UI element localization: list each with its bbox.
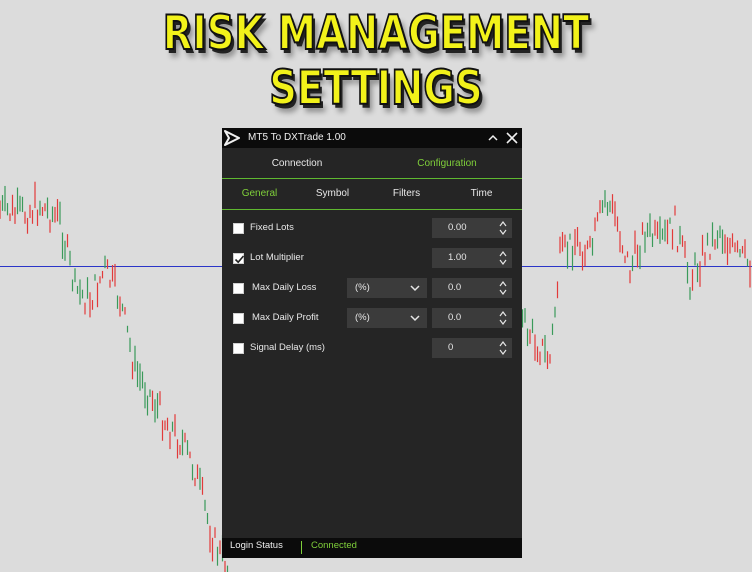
sub-tabs-divider [222,209,522,210]
subtab-filters[interactable]: Filters [369,179,444,209]
max-daily-profit-checkbox[interactable] [233,313,244,324]
lot-multiplier-stepper[interactable]: 1.00 [432,248,512,268]
lot-multiplier-label: Lot Multiplier [250,252,304,263]
max-daily-loss-stepper[interactable]: 0.0 [432,278,512,298]
chevron-up-icon[interactable] [486,130,500,146]
max-daily-loss-row: Max Daily Loss (%) 0.0 [222,278,522,300]
window-titlebar[interactable]: MT5 To DXTrade 1.00 [222,128,522,148]
settings-panel: MT5 To DXTrade 1.00 Connection Configura… [222,128,522,558]
checkmark-icon [234,255,245,264]
signal-delay-stepper[interactable]: 0 [432,338,512,358]
max-daily-loss-mode-value: (%) [355,282,370,293]
fixed-lots-stepper[interactable]: 0.00 [432,218,512,238]
app-logo-icon [224,130,240,146]
fixed-lots-checkbox[interactable] [233,223,244,234]
chevron-down-icon [410,285,420,292]
max-daily-profit-value[interactable]: 0.0 [448,312,461,323]
lot-multiplier-row: Lot Multiplier 1.00 [222,248,522,270]
fixed-lots-row: Fixed Lots 0.00 [222,218,522,240]
triangle-down-icon[interactable] [499,349,507,356]
signal-delay-checkbox[interactable] [233,343,244,354]
max-daily-loss-checkbox[interactable] [233,283,244,294]
max-daily-profit-label: Max Daily Profit [252,312,319,323]
lot-multiplier-value[interactable]: 1.00 [448,252,467,263]
max-daily-loss-mode-select[interactable]: (%) [347,278,427,298]
login-status-label: Login Status [230,540,283,551]
triangle-up-icon[interactable] [499,340,507,347]
status-bar: Login Status Connected [222,538,522,558]
triangle-up-icon[interactable] [499,310,507,317]
signal-delay-value[interactable]: 0 [448,342,453,353]
main-tabs: Connection Configuration [222,148,522,178]
triangle-up-icon[interactable] [499,280,507,287]
status-separator [301,541,302,554]
max-daily-loss-value[interactable]: 0.0 [448,282,461,293]
max-daily-profit-stepper[interactable]: 0.0 [432,308,512,328]
triangle-down-icon[interactable] [499,289,507,296]
fixed-lots-label: Fixed Lots [250,222,294,233]
chevron-down-icon [410,315,420,322]
tab-configuration[interactable]: Configuration [372,148,522,178]
max-daily-profit-row: Max Daily Profit (%) 0.0 [222,308,522,330]
max-daily-loss-label: Max Daily Loss [252,282,317,293]
subtab-time[interactable]: Time [444,179,519,209]
banner-title: RISK MANAGEMENT SETTINGS [162,5,590,117]
subtab-symbol[interactable]: Symbol [295,179,370,209]
window-title: MT5 To DXTrade 1.00 [248,132,346,143]
lot-multiplier-checkbox[interactable] [233,253,245,264]
triangle-up-icon[interactable] [499,250,507,257]
banner: RISK MANAGEMENT SETTINGS [0,0,752,117]
login-status-value: Connected [311,540,357,551]
triangle-down-icon[interactable] [499,229,507,236]
subtab-general[interactable]: General [222,179,297,209]
signal-delay-row: Signal Delay (ms) 0 [222,338,522,360]
sub-tabs: General Symbol Filters Time [222,179,522,209]
max-daily-profit-mode-select[interactable]: (%) [347,308,427,328]
triangle-down-icon[interactable] [499,259,507,266]
tab-connection[interactable]: Connection [222,148,372,178]
max-daily-profit-mode-value: (%) [355,312,370,323]
triangle-down-icon[interactable] [499,319,507,326]
triangle-up-icon[interactable] [499,220,507,227]
fixed-lots-value[interactable]: 0.00 [448,222,467,233]
signal-delay-label: Signal Delay (ms) [250,342,325,353]
close-icon[interactable] [505,131,519,145]
